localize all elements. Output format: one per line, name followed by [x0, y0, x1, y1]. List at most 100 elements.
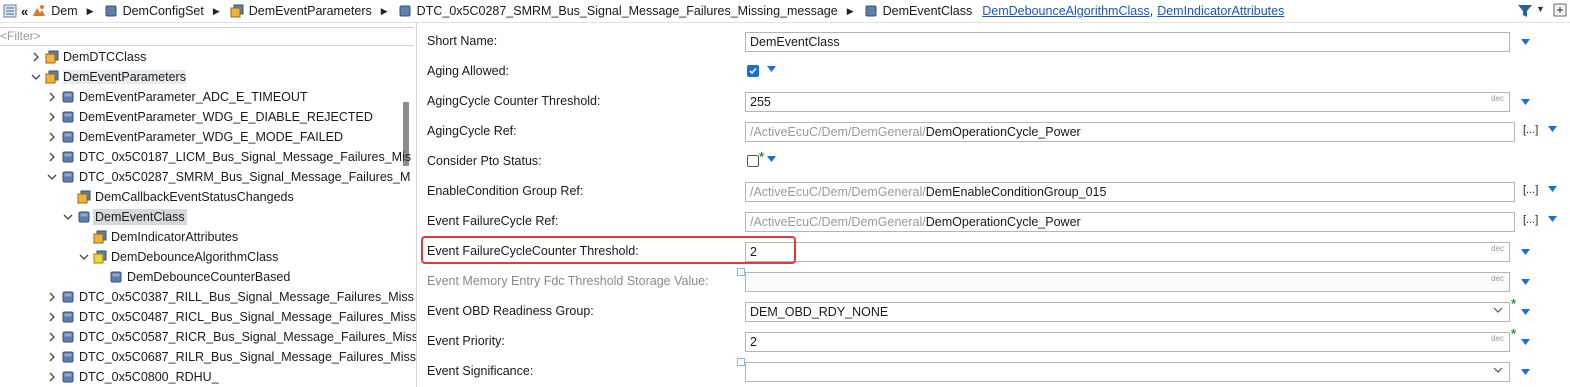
chevron-right-icon[interactable]: [30, 51, 42, 63]
filter-dropdown-icon[interactable]: ▼: [1536, 4, 1545, 14]
property-row: Aging Allowed:: [417, 56, 1570, 86]
breadcrumb-label: DemConfigSet: [122, 4, 204, 18]
chevron-down-icon[interactable]: [62, 211, 74, 223]
dropdown-arrow-icon[interactable]: [1521, 279, 1530, 285]
tree-node[interactable]: DTC_0x5C0587_RICR_Bus_Signal_Message_Fai…: [46, 327, 416, 347]
tree-node[interactable]: DTC_0x5C0387_RILL_Bus_Signal_Message_Fai…: [46, 287, 414, 307]
field-value: DEM_OBD_RDY_NONE: [750, 305, 889, 319]
breadcrumb-item-democonfigset[interactable]: DemConfigSet: [104, 0, 204, 22]
value-field[interactable]: 2 dec: [745, 332, 1510, 352]
tree-node[interactable]: DTC_0x5C0287_SMRM_Bus_Signal_Message_Fai…: [46, 167, 410, 187]
dropdown-arrow-icon[interactable]: [767, 156, 776, 162]
checkbox-unchecked[interactable]: [747, 155, 759, 167]
dropdown-arrow-icon[interactable]: [1548, 186, 1557, 192]
breadcrumb-item-dem[interactable]: Dem: [32, 0, 78, 22]
reference-value: DemOperationCycle_Power: [925, 125, 1081, 139]
tree-node[interactable]: DemEventParameter_ADC_E_TIMEOUT: [46, 87, 308, 107]
value-field: dec: [745, 272, 1510, 292]
chevron-right-icon[interactable]: [46, 331, 58, 343]
tree-node[interactable]: DTC_0x5C0687_RILR_Bus_Signal_Message_Fai…: [46, 347, 416, 367]
number-format-indicator: dec: [1491, 94, 1504, 103]
chevron-right-icon[interactable]: [46, 131, 58, 143]
chevron-right-icon: ▶: [86, 5, 94, 16]
tree-filter-input[interactable]: <Filter>: [0, 27, 414, 46]
tree-node[interactable]: DTC_0x5C0487_RICL_Bus_Signal_Message_Fai…: [46, 307, 416, 327]
property-label: AgingCycle Ref:: [427, 124, 517, 138]
tree-node[interactable]: DTC_0x5C0800_RDHU_: [46, 367, 219, 387]
chevron-down-icon[interactable]: [1493, 366, 1503, 374]
tree-node[interactable]: DTC_0x5C0187_LICM_Bus_Signal_Message_Fai…: [46, 147, 411, 167]
tree-node[interactable]: DemEventParameters: [30, 67, 186, 87]
checkbox-checked[interactable]: [747, 65, 759, 77]
container-icon: [61, 310, 75, 324]
dropdown-arrow-icon[interactable]: [1521, 309, 1530, 315]
property-row: Event OBD Readiness Group: DEM_OBD_RDY_NO…: [417, 296, 1570, 326]
tree-node[interactable]: DemEventParameter_WDG_E_MODE_FAILED: [46, 127, 343, 147]
filter-icon[interactable]: [1517, 3, 1533, 19]
tree-node-label: DTC_0x5C0687_RILR_Bus_Signal_Message_Fai…: [79, 350, 416, 364]
value-field[interactable]: 2 dec: [745, 242, 1510, 262]
property-row: Short Name: DemEventClass: [417, 26, 1570, 56]
container-icon: [77, 210, 91, 224]
chevron-right-icon[interactable]: [46, 371, 58, 383]
dropdown-arrow-icon[interactable]: [1521, 39, 1530, 45]
modified-star-icon: *: [1511, 296, 1517, 311]
tree-node-label: DemDebounceCounterBased: [127, 270, 291, 284]
tree-node-label: DemEventParameter_WDG_E_DIABLE_REJECTED: [79, 110, 373, 124]
breadcrumb-item-dtc-smrm[interactable]: DTC_0x5C0287_SMRM_Bus_Signal_Message_Fai…: [398, 0, 838, 22]
chevron-down-icon[interactable]: [1493, 306, 1503, 314]
dropdown-arrow-icon[interactable]: [767, 66, 776, 72]
property-label: Event FailureCycle Ref:: [427, 214, 559, 228]
browse-button[interactable]: [...]: [1523, 184, 1538, 196]
chevron-right-icon[interactable]: [46, 291, 58, 303]
select-field[interactable]: DEM_OBD_RDY_NONE: [745, 302, 1510, 322]
field-value: 2: [750, 335, 757, 349]
breadcrumb-item-demeventparameters[interactable]: DemEventParameters: [230, 0, 372, 22]
tree-node[interactable]: DemIndicatorAttributes: [78, 227, 238, 247]
chevron-right-icon[interactable]: [46, 311, 58, 323]
tree-node[interactable]: DemDebounceCounterBased: [94, 267, 290, 287]
property-row: Event FailureCycle Ref: /ActiveEcuC/Dem/D…: [417, 206, 1570, 236]
link-separator: ,: [1149, 4, 1154, 18]
dropdown-arrow-icon[interactable]: [1548, 216, 1557, 222]
tree-node[interactable]: DemDTCClass: [30, 47, 146, 67]
select-field[interactable]: [745, 362, 1510, 382]
chevron-down-icon[interactable]: [46, 171, 58, 183]
chevron-right-icon[interactable]: [46, 91, 58, 103]
tree-sync-icon[interactable]: [3, 0, 17, 22]
tree-node[interactable]: DemEventClass: [62, 207, 187, 227]
breadcrumb-item-demeventclass[interactable]: DemEventClass: [864, 0, 972, 22]
browse-button[interactable]: [...]: [1523, 124, 1538, 136]
tree-node-label: DemEventParameter_WDG_E_MODE_FAILED: [79, 130, 343, 144]
container-icon: [61, 330, 75, 344]
value-field[interactable]: DemEventClass: [745, 32, 1510, 52]
link-demindicatorattributes[interactable]: DemIndicatorAttributes: [1157, 4, 1284, 18]
dropdown-arrow-icon[interactable]: [1521, 369, 1530, 375]
expand-all-icon[interactable]: [1553, 3, 1567, 17]
reference-field[interactable]: /ActiveEcuC/Dem/DemGeneral/DemOperationC…: [745, 122, 1515, 142]
dropdown-arrow-icon[interactable]: [1521, 249, 1530, 255]
reference-path: /ActiveEcuC/Dem/DemGeneral/: [750, 125, 926, 139]
breadcrumb-back-icon[interactable]: «: [21, 0, 28, 22]
info-marker-icon: [737, 268, 745, 276]
tree-node[interactable]: DemDebounceAlgorithmClass: [78, 247, 278, 267]
reference-field[interactable]: /ActiveEcuC/Dem/DemGeneral/DemOperationC…: [745, 212, 1515, 232]
tree-node[interactable]: DemCallbackEventStatusChangeds: [62, 187, 294, 207]
chevron-right-icon[interactable]: [46, 151, 58, 163]
chevron-right-icon[interactable]: [46, 111, 58, 123]
chevron-down-icon[interactable]: [30, 71, 42, 83]
property-row: Event Significance:: [417, 356, 1570, 386]
browse-button[interactable]: [...]: [1523, 214, 1538, 226]
value-field[interactable]: 255 dec: [745, 92, 1510, 112]
tree-node[interactable]: DemEventParameter_WDG_E_DIABLE_REJECTED: [46, 107, 373, 127]
chevron-right-icon[interactable]: [46, 351, 58, 363]
property-row: AgingCycle Counter Threshold: 255 dec: [417, 86, 1570, 116]
link-demdebouncealgorithmclass[interactable]: DemDebounceAlgorithmClass: [982, 4, 1149, 18]
dropdown-arrow-icon[interactable]: [1548, 126, 1557, 132]
dropdown-arrow-icon[interactable]: [1521, 339, 1530, 345]
reference-field[interactable]: /ActiveEcuC/Dem/DemGeneral/DemEnableCond…: [745, 182, 1515, 202]
chevron-down-icon[interactable]: [78, 251, 90, 263]
tree-node-label: DTC_0x5C0287_SMRM_Bus_Signal_Message_Fai…: [79, 170, 411, 184]
dropdown-arrow-icon[interactable]: [1521, 99, 1530, 105]
